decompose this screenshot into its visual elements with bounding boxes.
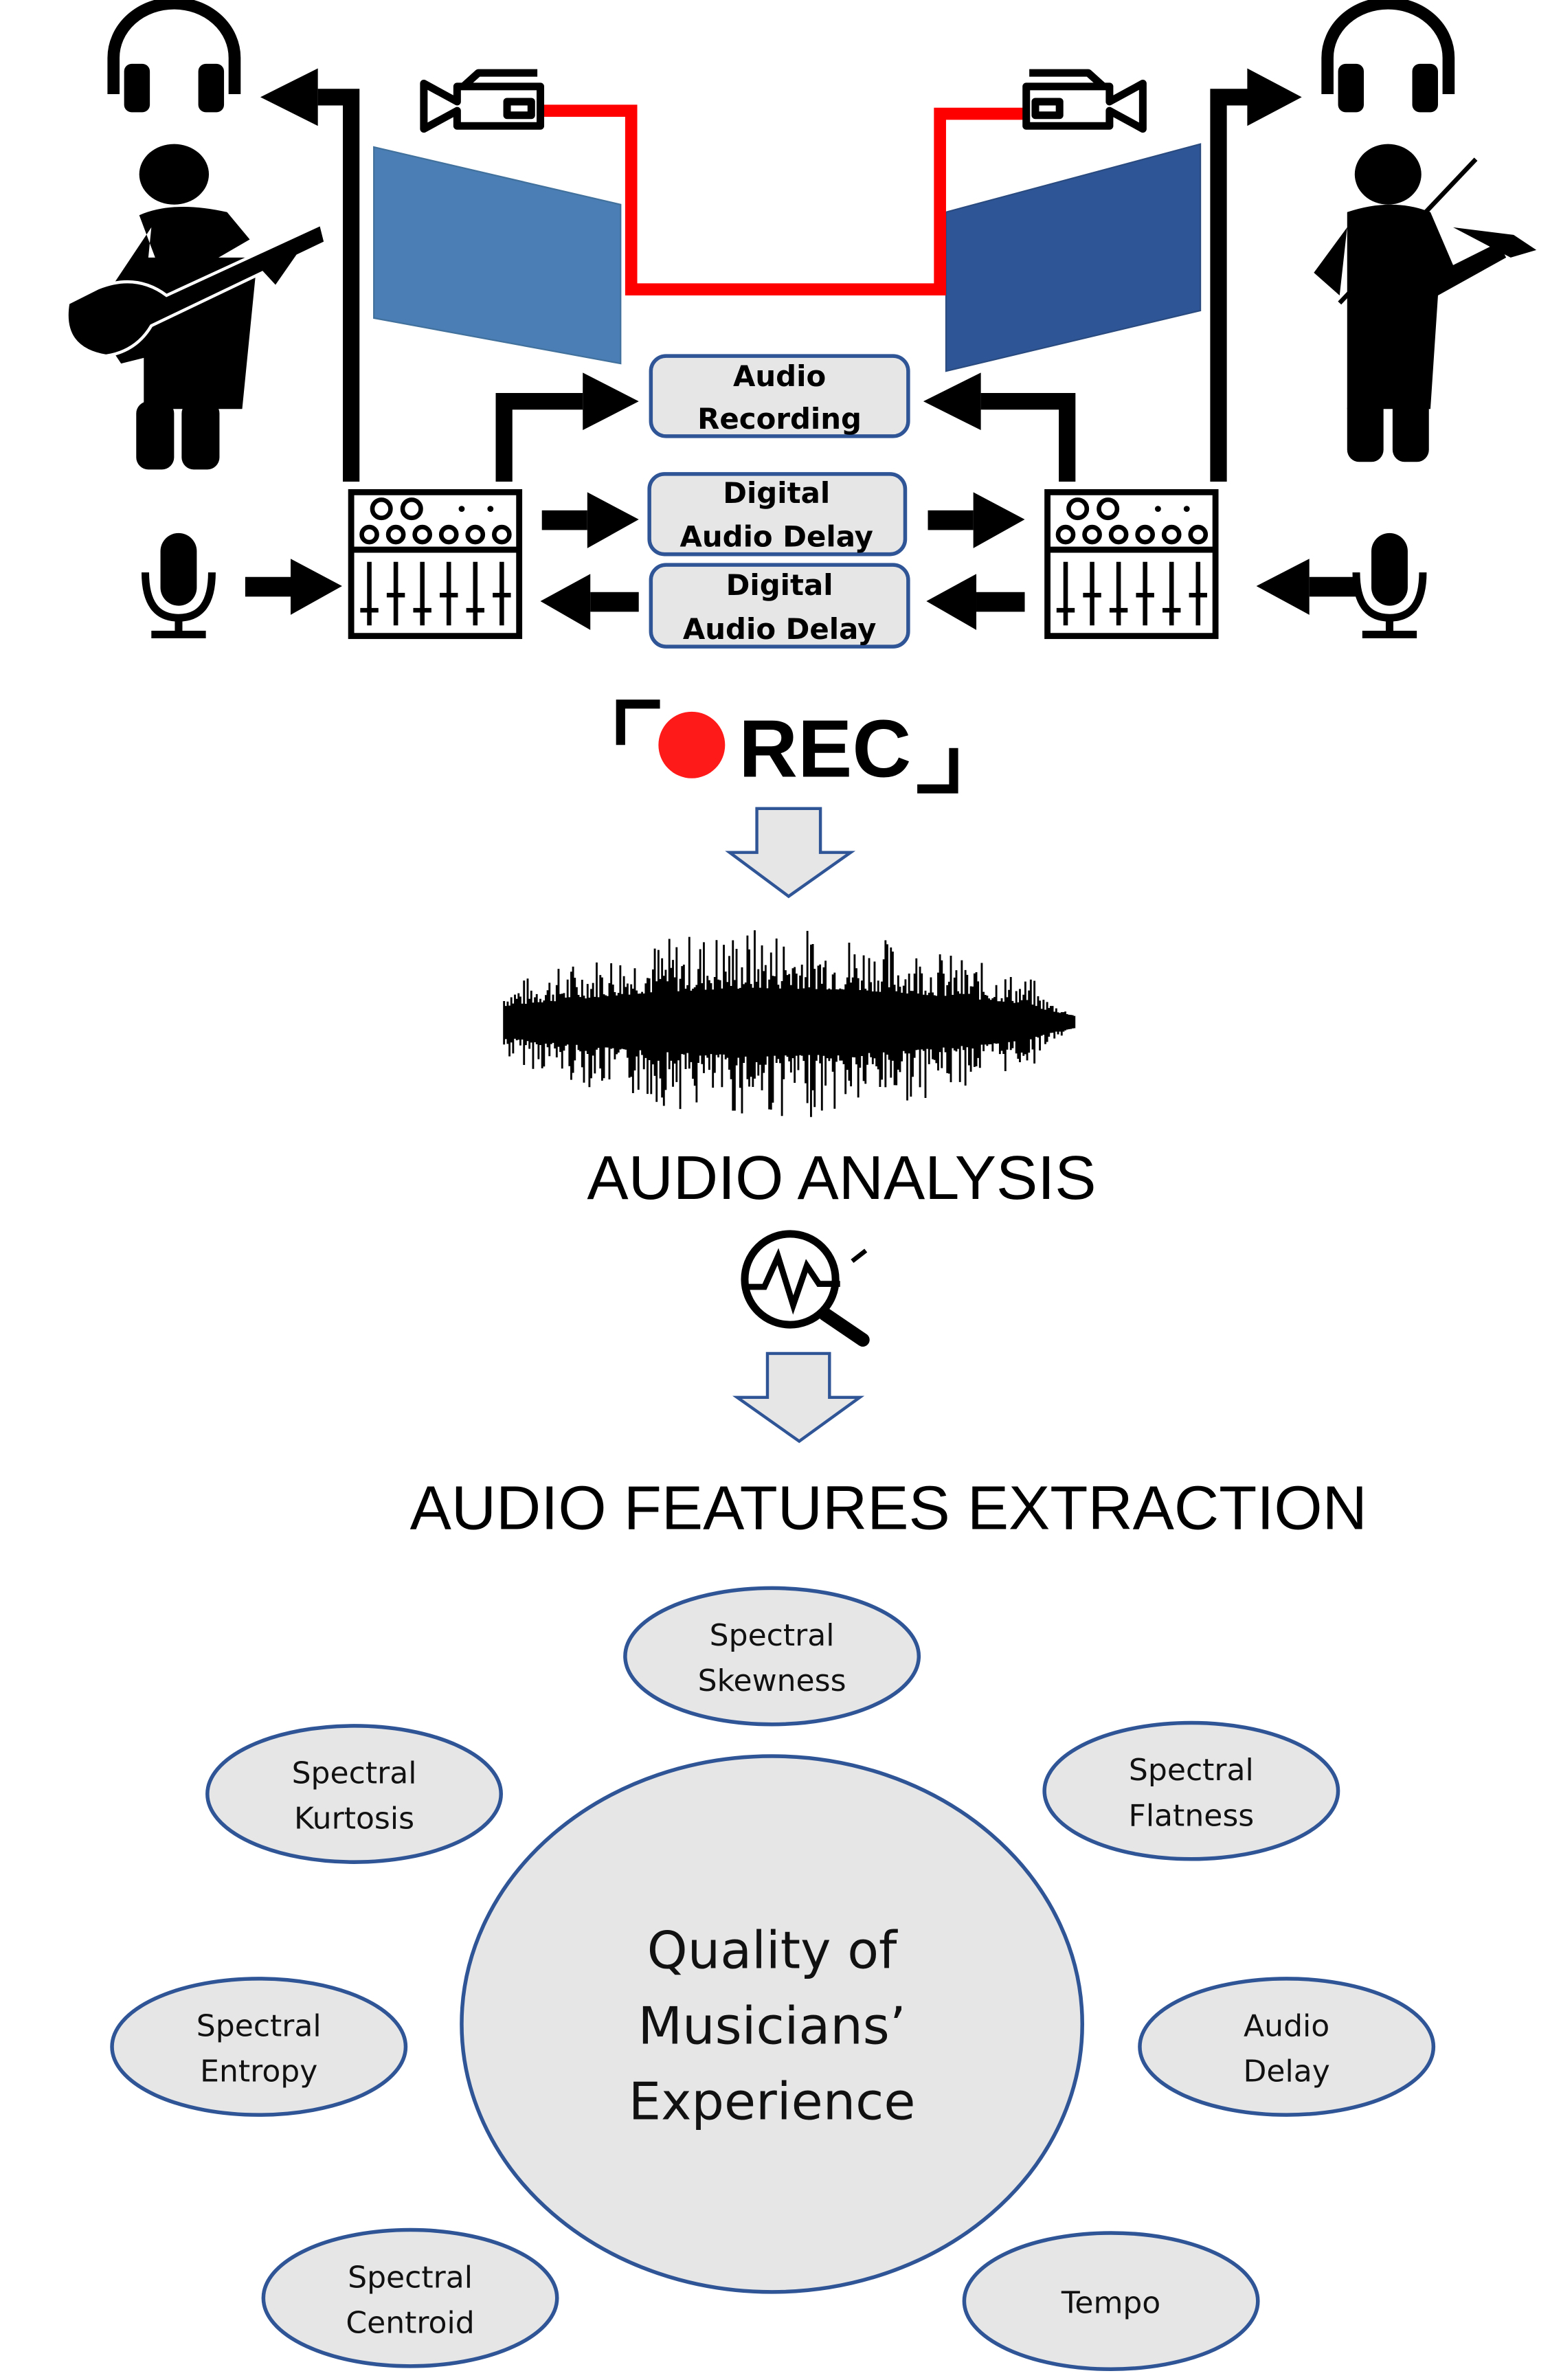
feature-spectral-entropy: Spectral Entropy <box>110 1977 408 2117</box>
svg-text:Quality of: Quality of <box>647 1920 898 1980</box>
waveform-icon <box>503 930 1076 1117</box>
waveform-trace <box>503 930 1076 1117</box>
feature-spectral-skewness: Spectral Skewness <box>623 1586 921 1727</box>
audio-analysis-title: AUDIO ANALYSIS <box>587 1143 1096 1213</box>
svg-text:Kurtosis: Kurtosis <box>294 1801 414 1837</box>
recording-arrow <box>923 372 1076 482</box>
svg-text:Spectral: Spectral <box>196 2009 322 2044</box>
video-camera-icon <box>1022 69 1147 133</box>
arrow-left <box>1256 559 1358 615</box>
down-arrow <box>732 1351 865 1444</box>
svg-text:Digital: Digital <box>723 476 830 510</box>
svg-text:Spectral: Spectral <box>348 2260 473 2295</box>
feature-spectral-kurtosis: Spectral Kurtosis <box>205 1724 503 1864</box>
arrow-right <box>541 492 639 548</box>
audio-features-extraction-title: AUDIO FEATURES EXTRACTION <box>410 1474 1367 1543</box>
guitarist-icon <box>65 144 328 470</box>
microphone-icon <box>1352 532 1427 638</box>
svg-text:Centroid: Centroid <box>346 2305 474 2340</box>
svg-text:Audio: Audio <box>733 359 826 393</box>
headphone-feed-arrow <box>1210 68 1302 482</box>
headphones-icon <box>1321 0 1455 113</box>
audio-recording-box: Audio Recording <box>649 354 910 438</box>
quality-of-experience-circle: Quality of Musicians’ Experience <box>460 1754 1084 2294</box>
digital-audio-delay-box: Digital Audio Delay <box>649 563 910 649</box>
svg-text:Flatness: Flatness <box>1128 1798 1254 1833</box>
svg-text:Recording: Recording <box>697 402 862 436</box>
mixer-icon <box>348 489 523 640</box>
svg-text:Experience: Experience <box>629 2072 916 2132</box>
arrow-left <box>540 574 639 630</box>
feature-tempo: Tempo <box>962 2231 1260 2371</box>
svg-text:REC: REC <box>739 704 911 795</box>
mixer-icon <box>1044 489 1219 640</box>
svg-text:Skewness: Skewness <box>698 1663 846 1698</box>
digital-audio-delay-box: Digital Audio Delay <box>647 472 908 557</box>
video-camera-icon <box>420 69 545 133</box>
diagram: Audio Recording Digital Audio Delay Digi… <box>65 0 1537 2371</box>
rec-indicator: REC <box>616 699 958 795</box>
svg-text:Audio Delay: Audio Delay <box>683 612 876 646</box>
arrow-right <box>928 492 1025 548</box>
recording-arrow <box>495 372 639 482</box>
svg-text:Spectral: Spectral <box>710 1618 835 1653</box>
svg-text:Tempo: Tempo <box>1061 2286 1160 2321</box>
down-arrow <box>725 807 856 899</box>
rec-dot-icon <box>658 711 726 778</box>
screen-icon <box>373 146 622 365</box>
svg-text:Musicians’: Musicians’ <box>638 1996 906 2056</box>
svg-text:Spectral: Spectral <box>1129 1753 1254 1788</box>
headphones-icon <box>107 0 241 113</box>
microphone-icon <box>141 532 216 638</box>
svg-text:Delay: Delay <box>1244 2054 1330 2089</box>
svg-text:Digital: Digital <box>726 568 833 602</box>
svg-text:Audio: Audio <box>1244 2009 1329 2044</box>
screen-icon <box>945 143 1202 372</box>
svg-text:Audio Delay: Audio Delay <box>679 520 873 554</box>
svg-text:Entropy: Entropy <box>200 2054 317 2089</box>
svg-text:Spectral: Spectral <box>292 1756 417 1791</box>
arrow-right <box>245 559 342 615</box>
analysis-magnifier-icon <box>741 1230 870 1347</box>
feature-spectral-centroid: Spectral Centroid <box>261 2227 559 2368</box>
violinist-icon <box>1314 144 1537 462</box>
arrow-left <box>926 574 1025 630</box>
feature-spectral-flatness: Spectral Flatness <box>1042 1720 1340 1861</box>
feature-audio-delay: Audio Delay <box>1138 1977 1436 2117</box>
